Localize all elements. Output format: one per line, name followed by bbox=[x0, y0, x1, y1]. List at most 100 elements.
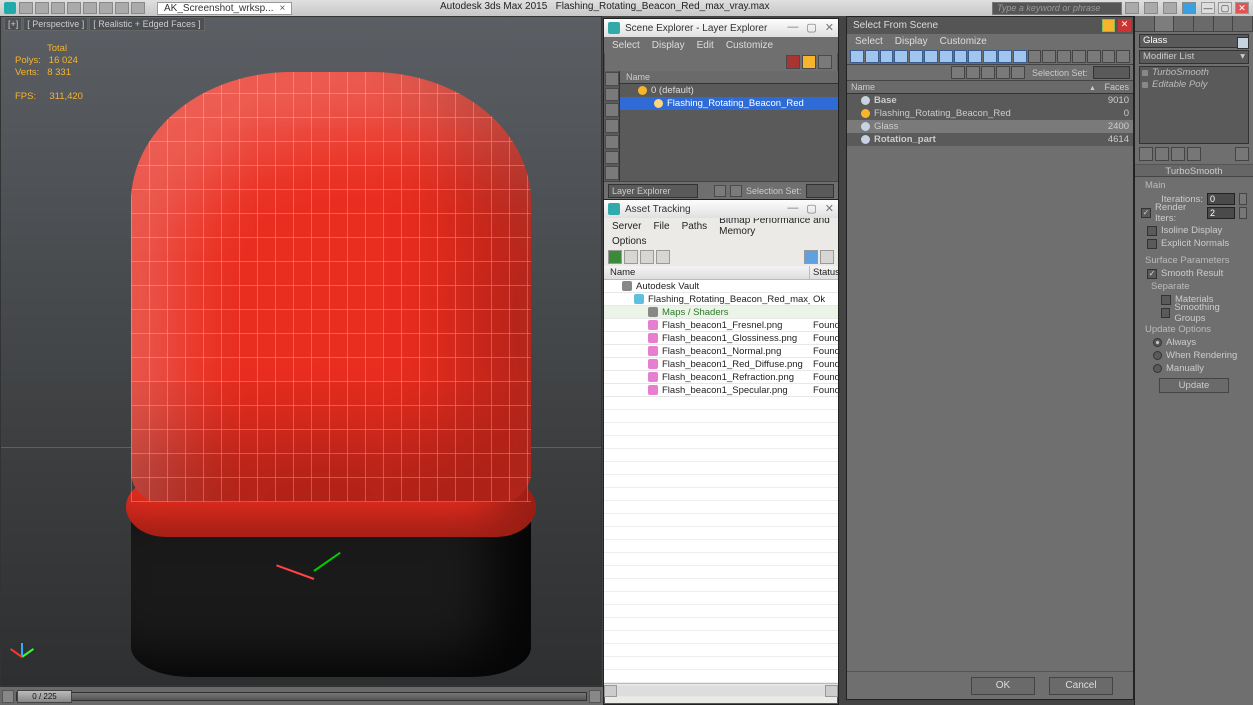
render-iters-spinner[interactable] bbox=[1239, 207, 1247, 219]
menu-options[interactable]: Options bbox=[612, 236, 646, 247]
maximize-icon[interactable]: ▢ bbox=[806, 21, 816, 34]
asset-tracking-titlebar[interactable]: Asset Tracking —▢✕ bbox=[604, 200, 838, 218]
at-btn2-icon[interactable] bbox=[624, 250, 638, 264]
asset-row[interactable]: Flash_beacon1_Normal.pngFound bbox=[604, 345, 838, 358]
minimize-button[interactable]: — bbox=[1201, 2, 1215, 14]
asset-row[interactable]: Flashing_Rotating_Beacon_Red_max_vray.ma… bbox=[604, 293, 838, 306]
col-faces[interactable]: Faces bbox=[1097, 81, 1133, 93]
tb-undo-icon[interactable] bbox=[67, 2, 81, 14]
flt-light-icon[interactable] bbox=[894, 50, 908, 63]
asset-table-scrollbar[interactable] bbox=[604, 683, 838, 697]
tb-misc3-icon[interactable] bbox=[131, 2, 145, 14]
iterations-spinner[interactable] bbox=[1239, 193, 1247, 205]
sfs-row[interactable]: Base9010 bbox=[847, 94, 1133, 107]
tab-create-icon[interactable] bbox=[1135, 16, 1155, 31]
filter-space-icon[interactable] bbox=[605, 151, 619, 165]
tb-misc2-icon[interactable] bbox=[115, 2, 129, 14]
close-button[interactable]: ✕ bbox=[1235, 2, 1249, 14]
rollout-turbosmooth[interactable]: TurboSmooth bbox=[1135, 164, 1253, 177]
tab-display-icon[interactable] bbox=[1214, 16, 1234, 31]
flt-bone-icon[interactable] bbox=[983, 50, 997, 63]
menu-file[interactable]: File bbox=[653, 221, 669, 232]
flt-geom-icon[interactable] bbox=[865, 50, 879, 63]
iterations-field[interactable]: 0 bbox=[1207, 193, 1235, 205]
sfs-pin-icon[interactable] bbox=[1102, 19, 1115, 32]
footer-btn2-icon[interactable] bbox=[730, 185, 742, 197]
asset-row[interactable]: Flash_beacon1_Refraction.pngFound bbox=[604, 371, 838, 384]
close-icon[interactable]: ✕ bbox=[825, 202, 834, 215]
col-name[interactable]: Name bbox=[847, 81, 1097, 93]
tree-header-name[interactable]: Name bbox=[620, 71, 838, 84]
filter-light-icon[interactable] bbox=[605, 103, 619, 117]
ok-button[interactable]: OK bbox=[971, 677, 1035, 695]
filter-misc-icon[interactable] bbox=[818, 55, 832, 69]
sfs-row[interactable]: Rotation_part4614 bbox=[847, 133, 1133, 146]
tb-open-icon[interactable] bbox=[35, 2, 49, 14]
asset-row[interactable]: Flash_beacon1_Red_Diffuse.pngFound bbox=[604, 358, 838, 371]
isoline-check[interactable] bbox=[1147, 226, 1157, 236]
render-iters-check[interactable]: ✓ bbox=[1141, 208, 1151, 218]
menu-bitmap[interactable]: Bitmap Performance and Memory bbox=[719, 215, 830, 237]
col-name[interactable]: Name bbox=[604, 266, 810, 279]
modifier-list-dropdown[interactable]: Modifier List▾ bbox=[1139, 50, 1249, 64]
flt-helper-icon[interactable] bbox=[924, 50, 938, 63]
col-status[interactable]: Status bbox=[810, 266, 838, 279]
flt-h-icon[interactable] bbox=[1102, 50, 1116, 63]
at-btn4-icon[interactable] bbox=[656, 250, 670, 264]
menu-edit[interactable]: Edit bbox=[697, 40, 714, 51]
flt-shape-icon[interactable] bbox=[880, 50, 894, 63]
filter-cam-icon[interactable] bbox=[605, 119, 619, 133]
at-btn3-icon[interactable] bbox=[640, 250, 654, 264]
close-icon[interactable]: × bbox=[280, 3, 286, 14]
filter-shape-icon[interactable] bbox=[605, 88, 619, 102]
filter-clear-icon[interactable] bbox=[786, 55, 800, 69]
tab-utilities-icon[interactable] bbox=[1233, 16, 1253, 31]
upd-always-radio[interactable] bbox=[1153, 338, 1162, 347]
filter-helper-icon[interactable] bbox=[605, 135, 619, 149]
selset-c-icon[interactable] bbox=[996, 66, 1010, 79]
sfs-row[interactable]: Flashing_Rotating_Beacon_Red0 bbox=[847, 107, 1133, 120]
explorer-type-dropdown[interactable]: Layer Explorer bbox=[608, 184, 698, 198]
flt-c-icon[interactable] bbox=[1028, 50, 1042, 63]
infocenter-icon[interactable] bbox=[1125, 2, 1139, 14]
tab-motion-icon[interactable] bbox=[1194, 16, 1214, 31]
at-settings-icon[interactable] bbox=[820, 250, 834, 264]
at-refresh-icon[interactable] bbox=[608, 250, 622, 264]
viewport-label[interactable]: [+][ Perspective ][ Realistic + Edged Fa… bbox=[4, 17, 206, 29]
asset-row[interactable]: Flash_beacon1_Specular.pngFound bbox=[604, 384, 838, 397]
upd-render-radio[interactable] bbox=[1153, 351, 1162, 360]
selset-a-icon[interactable] bbox=[966, 66, 980, 79]
flt-i-icon[interactable] bbox=[1116, 50, 1130, 63]
at-help-icon[interactable] bbox=[804, 250, 818, 264]
tab-hierarchy-icon[interactable] bbox=[1174, 16, 1194, 31]
remove-mod-icon[interactable] bbox=[1187, 147, 1201, 161]
flt-d-icon[interactable] bbox=[1042, 50, 1056, 63]
close-icon[interactable]: ✕ bbox=[825, 21, 834, 34]
object-color-swatch[interactable] bbox=[1237, 37, 1249, 49]
workspace-tab[interactable]: AK_Screenshot_wrksp...× bbox=[157, 2, 292, 15]
flt-all-icon[interactable] bbox=[850, 50, 864, 63]
flt-xref-icon[interactable] bbox=[968, 50, 982, 63]
stack-item-turbosmooth[interactable]: TurboSmooth bbox=[1140, 67, 1248, 79]
tb-save-icon[interactable] bbox=[51, 2, 65, 14]
sfs-titlebar[interactable]: Select From Scene ✕ bbox=[847, 17, 1133, 34]
tab-modify-icon[interactable] bbox=[1155, 16, 1175, 31]
asset-row[interactable]: Autodesk Vault bbox=[604, 280, 838, 293]
asset-table[interactable]: NameStatus Autodesk VaultFlashing_Rotati… bbox=[604, 266, 838, 697]
sfs-row[interactable]: Glass2400 bbox=[847, 120, 1133, 133]
maximize-button[interactable]: ▢ bbox=[1218, 2, 1232, 14]
sep-smoothing-check[interactable] bbox=[1161, 308, 1170, 318]
minimize-icon[interactable]: — bbox=[787, 21, 798, 34]
menu-paths[interactable]: Paths bbox=[682, 221, 708, 232]
menu-customize[interactable]: Customize bbox=[726, 40, 773, 51]
flt-b-icon[interactable] bbox=[1013, 50, 1027, 63]
stack-item-editable-poly[interactable]: Editable Poly bbox=[1140, 79, 1248, 91]
tree-row[interactable]: 0 (default) bbox=[620, 84, 838, 97]
update-button[interactable]: Update bbox=[1159, 378, 1229, 393]
filter-geom-icon[interactable] bbox=[605, 72, 619, 86]
signin-icon[interactable] bbox=[1144, 2, 1158, 14]
minimize-icon[interactable]: — bbox=[787, 202, 798, 215]
menu-display[interactable]: Display bbox=[652, 40, 685, 51]
configure-sets-icon[interactable] bbox=[1235, 147, 1249, 161]
timeslider-thumb[interactable]: 0 / 225 bbox=[17, 690, 72, 703]
